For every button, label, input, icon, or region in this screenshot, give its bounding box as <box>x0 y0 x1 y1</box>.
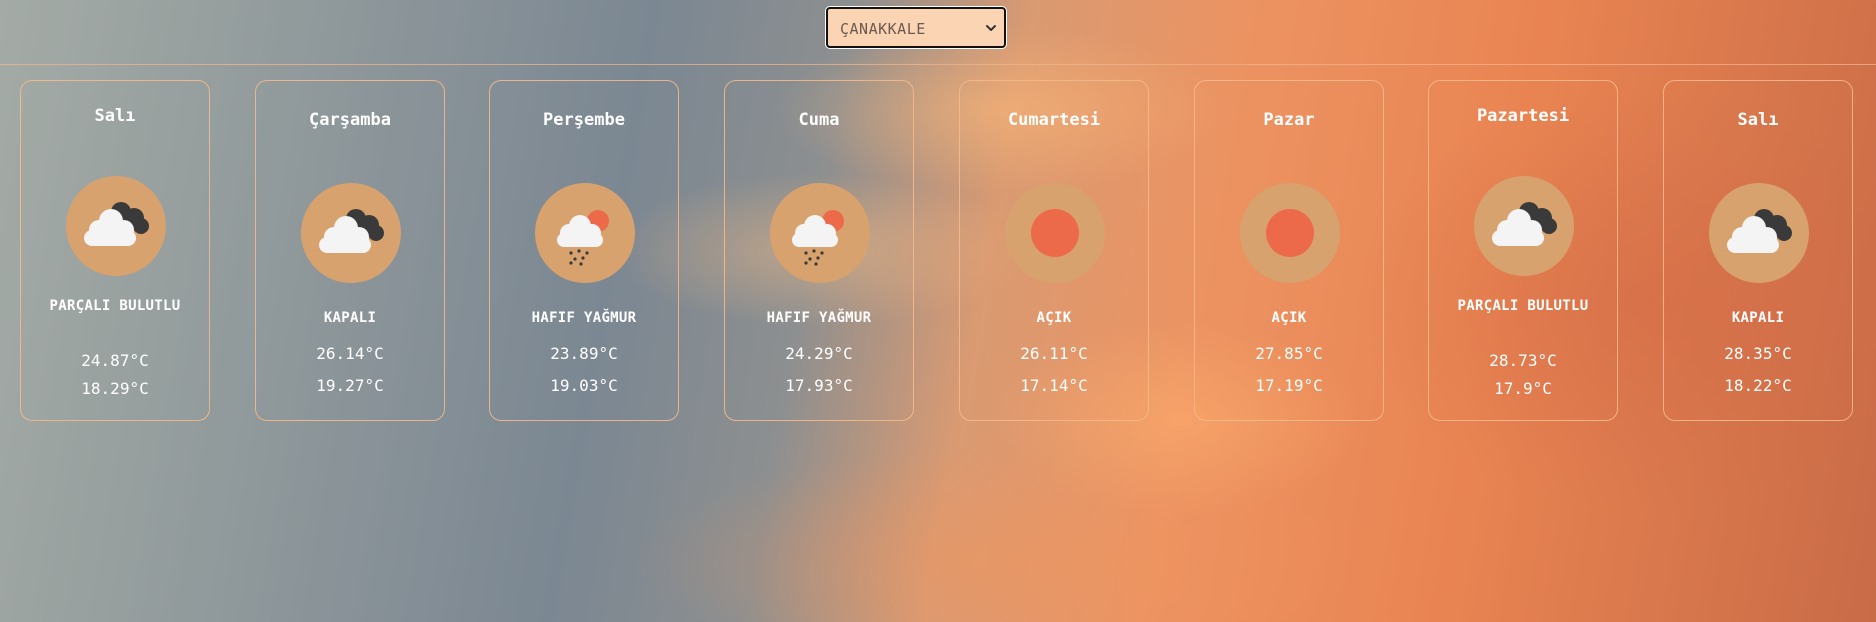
condition-text: AÇIK <box>1036 310 1072 326</box>
forecast-card: Çarşamba KAPALI 26.14°C 19.27°C <box>255 80 445 421</box>
max-temp: 24.29°C <box>785 344 853 363</box>
max-temp: 28.35°C <box>1724 344 1792 363</box>
overcast-cloud-icon <box>301 183 401 283</box>
condition-text: AÇIK <box>1271 310 1307 326</box>
day-name: Çarşamba <box>309 110 391 130</box>
day-name: Cumartesi <box>1007 110 1101 130</box>
day-name: Pazartesi <box>1476 106 1570 126</box>
clear-sun-icon <box>1240 183 1340 283</box>
condition-text: KAPALI <box>1731 310 1785 326</box>
min-temp: 19.27°C <box>316 376 384 395</box>
top-bar: ÇANAKKALE <box>0 0 1876 65</box>
forecast-card: Cuma HAFIF YAĞMUR 24.29°C 17.93°C <box>724 80 914 421</box>
forecast-card: Cumartesi AÇIK 26.11°C 17.14°C <box>959 80 1149 421</box>
city-select-value: ÇANAKKALE <box>840 20 926 38</box>
max-temp: 26.11°C <box>1020 344 1088 363</box>
min-temp: 17.9°C <box>1494 379 1552 398</box>
min-temp: 17.19°C <box>1255 376 1323 395</box>
condition-text: KAPALI <box>323 310 377 326</box>
light-rain-icon <box>535 183 635 283</box>
condition-text: PARÇALI BULUTLU <box>49 298 181 314</box>
forecast-card: Perşembe HAFIF YAĞMUR 23.89°C 19.03°C <box>489 80 679 421</box>
max-temp: 26.14°C <box>316 344 384 363</box>
forecast-card: Salı PARÇALI BULUTLU 24.87°C 18.29°C <box>20 80 210 421</box>
forecast-card: Salı KAPALI 28.35°C 18.22°C <box>1663 80 1853 421</box>
partly-cloudy-icon <box>1474 176 1574 276</box>
max-temp: 28.73°C <box>1489 351 1557 370</box>
condition-text: HAFIF YAĞMUR <box>766 310 872 326</box>
min-temp: 18.29°C <box>81 379 149 398</box>
overcast-cloud-icon <box>1709 183 1809 283</box>
max-temp: 27.85°C <box>1255 344 1323 363</box>
min-temp: 17.93°C <box>785 376 853 395</box>
forecast-card: Pazartesi PARÇALI BULUTLU 28.73°C 17.9°C <box>1428 80 1618 421</box>
chevron-down-icon <box>986 25 996 31</box>
light-rain-icon <box>770 183 870 283</box>
forecast-card: Pazar AÇIK 27.85°C 17.19°C <box>1194 80 1384 421</box>
max-temp: 24.87°C <box>81 351 149 370</box>
min-temp: 18.22°C <box>1724 376 1792 395</box>
day-name: Perşembe <box>543 110 625 130</box>
max-temp: 23.89°C <box>550 344 618 363</box>
day-name: Salı <box>1737 110 1779 130</box>
clear-sun-icon <box>1005 183 1105 283</box>
day-name: Cuma <box>798 110 840 130</box>
day-name: Salı <box>94 106 136 126</box>
day-name: Pazar <box>1263 110 1315 130</box>
condition-text: HAFIF YAĞMUR <box>531 310 637 326</box>
min-temp: 19.03°C <box>550 376 618 395</box>
partly-cloudy-icon <box>66 176 166 276</box>
city-select[interactable]: ÇANAKKALE <box>826 7 1006 48</box>
min-temp: 17.14°C <box>1020 376 1088 395</box>
condition-text: PARÇALI BULUTLU <box>1457 298 1589 314</box>
